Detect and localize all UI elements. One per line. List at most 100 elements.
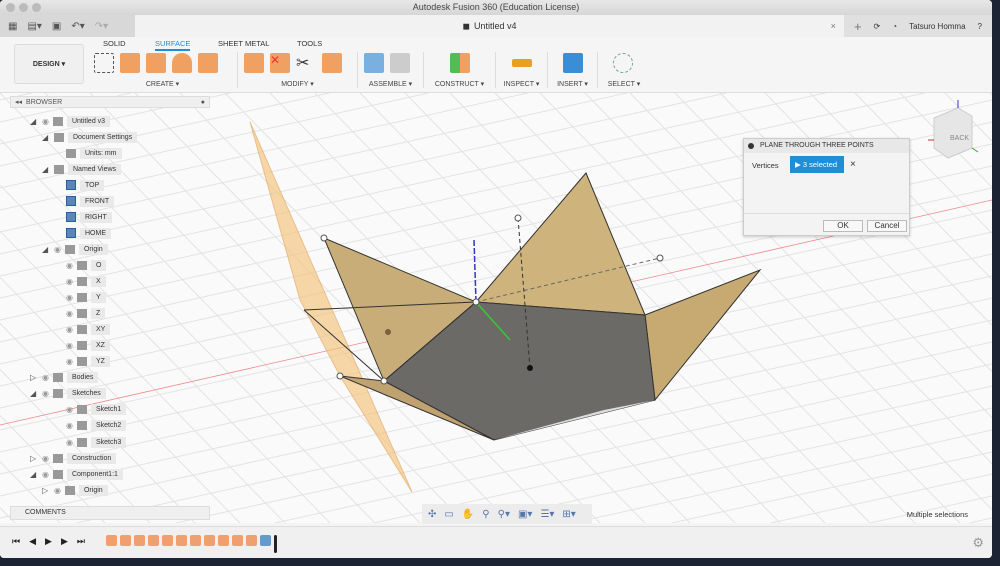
user-name[interactable]: Tatsuro Homma <box>909 22 965 31</box>
loft-icon[interactable] <box>198 53 218 73</box>
zoom-icon[interactable]: ⚲ <box>482 509 489 520</box>
browser-item[interactable]: ▷ ◉ Bodies <box>30 371 99 385</box>
viewports-icon[interactable]: ⊞▾ <box>562 509 575 520</box>
browser-item[interactable]: ◉ XZ <box>54 339 110 353</box>
timeline-feature-icon[interactable] <box>162 535 173 546</box>
measure-icon[interactable] <box>512 59 532 67</box>
browser-item[interactable]: ◉ XY <box>54 323 111 337</box>
insert-image-icon[interactable] <box>563 53 583 73</box>
browser-item[interactable]: RIGHT <box>54 210 112 224</box>
help-icon[interactable]: ? <box>978 22 982 31</box>
undo-icon[interactable]: ↶▾ <box>71 21 84 32</box>
timeline-feature-icon[interactable] <box>190 535 201 546</box>
go-to-start-icon[interactable]: ⏮ <box>12 536 20 547</box>
thicken-icon[interactable] <box>322 53 342 73</box>
minimize-window-button[interactable] <box>19 3 28 12</box>
browser-item[interactable]: ◢ ◉ Origin <box>42 242 108 256</box>
redo-icon[interactable]: ↷▾ <box>95 21 108 32</box>
construct-menu[interactable]: CONSTRUCT ▾ <box>424 80 495 88</box>
look-at-icon[interactable]: ▭ <box>444 509 453 520</box>
browser-item[interactable]: ◢ ◉ Sketches <box>30 387 106 401</box>
save-icon[interactable]: ▣ <box>52 21 61 32</box>
go-to-end-icon[interactable]: ⏭ <box>77 536 85 547</box>
browser-item[interactable]: ◢ ◉ Component1:1 <box>30 467 123 481</box>
zoom-window-icon[interactable]: ⚲▾ <box>498 509 510 520</box>
create-sketch-icon[interactable] <box>94 53 114 73</box>
visibility-eye-icon[interactable]: ◉ <box>42 389 49 398</box>
step-back-icon[interactable]: ◀ <box>29 536 36 547</box>
browser-item[interactable]: HOME <box>54 226 111 240</box>
select-icon[interactable] <box>613 53 633 73</box>
assemble-menu[interactable]: ASSEMBLE ▾ <box>358 80 423 88</box>
browser-item[interactable]: TOP <box>54 178 105 192</box>
close-window-button[interactable] <box>6 3 15 12</box>
visibility-eye-icon[interactable]: ◉ <box>66 421 73 430</box>
browser-item[interactable]: ◉ Sketch1 <box>54 403 127 417</box>
modify-menu[interactable]: MODIFY ▾ <box>238 80 357 88</box>
play-icon[interactable]: ▶ <box>45 536 52 547</box>
expand-toggle-icon[interactable]: ◢ <box>30 389 38 398</box>
pan-icon[interactable]: ✋ <box>462 509 474 520</box>
extrude-icon[interactable] <box>146 53 166 73</box>
panel-toggle-icon[interactable]: ● <box>201 97 205 109</box>
apps-grid-icon[interactable]: ▦ <box>8 21 17 32</box>
settings-gear-icon[interactable]: ⚙ <box>972 535 984 551</box>
history-icon[interactable]: ◔ <box>892 22 897 31</box>
tab-surface[interactable]: SURFACE <box>155 39 191 51</box>
visibility-eye-icon[interactable]: ◉ <box>66 357 73 366</box>
timeline-feature-icon[interactable] <box>134 535 145 546</box>
create-menu[interactable]: CREATE ▾ <box>88 80 237 88</box>
visibility-eye-icon[interactable]: ◉ <box>54 245 61 254</box>
browser-item[interactable]: ◉ Sketch3 <box>54 435 127 449</box>
timeline-feature-icon[interactable] <box>232 535 243 546</box>
viewcube-face[interactable]: BACK <box>950 135 969 142</box>
tab-sheet-metal[interactable]: SHEET METAL <box>218 39 269 48</box>
browser-item[interactable]: ◉ O <box>54 258 107 272</box>
visibility-eye-icon[interactable]: ◉ <box>66 309 73 318</box>
expand-toggle-icon[interactable]: ◢ <box>42 133 50 142</box>
offset-plane-icon[interactable] <box>450 53 470 73</box>
tab-solid[interactable]: SOLID <box>103 39 126 48</box>
expand-toggle-icon[interactable]: ▷ <box>30 454 38 463</box>
timeline-feature-icon[interactable] <box>246 535 257 546</box>
display-settings-icon[interactable]: ▣▾ <box>518 509 532 520</box>
visibility-eye-icon[interactable]: ◉ <box>66 293 73 302</box>
visibility-eye-icon[interactable]: ◉ <box>66 438 73 447</box>
insert-menu[interactable]: INSERT ▾ <box>548 80 597 88</box>
timeline-feature-icon[interactable] <box>176 535 187 546</box>
joint-icon[interactable] <box>390 53 410 73</box>
patch-icon[interactable] <box>120 53 140 73</box>
browser-item[interactable]: ◉ Y <box>54 291 106 305</box>
browser-item[interactable]: Units: mm <box>54 146 122 160</box>
job-status-icon[interactable]: ⟳ <box>874 22 881 31</box>
orbit-icon[interactable]: ✣ <box>428 509 436 520</box>
comments-panel[interactable]: COMMENTS <box>10 506 210 520</box>
browser-item[interactable]: ◉ Sketch2 <box>54 419 127 433</box>
browser-item[interactable]: ◢ Document Settings <box>42 130 138 144</box>
expand-toggle-icon[interactable]: ▷ <box>42 486 50 495</box>
press-pull-icon[interactable] <box>244 53 264 73</box>
tab-tools[interactable]: TOOLS <box>297 39 322 48</box>
delete-face-icon[interactable]: ✕ <box>270 53 290 73</box>
document-tab[interactable]: ◼ Untitled v4 × <box>135 15 844 37</box>
expand-toggle-icon[interactable]: ◢ <box>42 165 50 174</box>
grid-settings-icon[interactable]: ☰▾ <box>540 509 554 520</box>
timeline-feature-icon[interactable] <box>204 535 215 546</box>
browser-item[interactable]: ◢ Named Views <box>42 162 122 176</box>
trim-icon[interactable]: ✂ <box>296 53 316 73</box>
file-menu-icon[interactable]: ▤▾ <box>27 21 41 32</box>
maximize-window-button[interactable] <box>32 3 41 12</box>
visibility-eye-icon[interactable]: ◉ <box>66 325 73 334</box>
timeline-feature-icon[interactable] <box>260 535 271 546</box>
new-tab-icon[interactable]: + <box>854 19 862 34</box>
revolve-icon[interactable] <box>172 53 192 73</box>
select-menu[interactable]: SELECT ▾ <box>598 80 650 88</box>
collapse-panel-icon[interactable]: ◂◂ <box>15 99 22 106</box>
browser-item[interactable]: ◉ Z <box>54 307 106 321</box>
inspect-menu[interactable]: INSPECT ▾ <box>496 80 547 88</box>
expand-toggle-icon[interactable]: ◢ <box>42 245 50 254</box>
visibility-eye-icon[interactable]: ◉ <box>42 373 49 382</box>
visibility-eye-icon[interactable]: ◉ <box>42 470 49 479</box>
browser-item[interactable]: ◢ ◉ Untitled v3 <box>30 114 111 128</box>
ok-button[interactable]: OK <box>823 220 863 232</box>
